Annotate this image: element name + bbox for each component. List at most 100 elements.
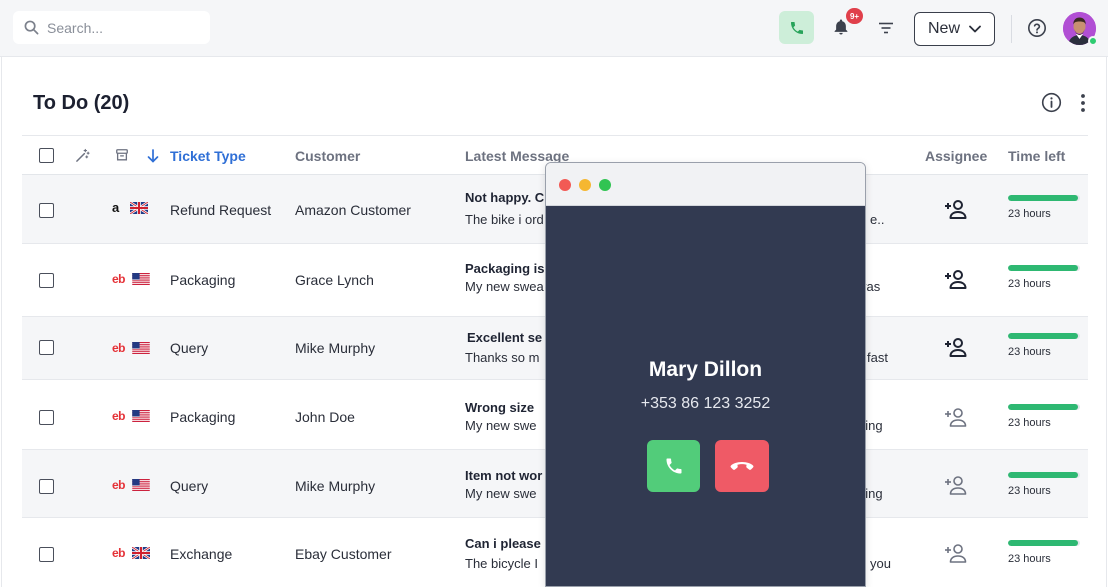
customer-name[interactable]: Mike Murphy <box>295 340 375 356</box>
row-checkbox[interactable] <box>39 547 54 562</box>
caller-name: Mary Dillon <box>648 358 763 381</box>
message-body-tail: you <box>870 556 891 571</box>
ticket-type: Refund Request <box>170 202 272 218</box>
more-options-button[interactable] <box>1078 93 1088 118</box>
accept-call-button[interactable] <box>647 440 700 492</box>
header-divider <box>1011 15 1012 43</box>
phone-button[interactable] <box>779 11 814 44</box>
time-left-text: 23 hours <box>1008 346 1051 358</box>
online-status-indicator <box>1088 36 1098 46</box>
ebay-logo: eb <box>112 409 126 423</box>
add-user-icon[interactable] <box>944 407 968 427</box>
us-flag-icon <box>132 273 150 285</box>
marketplace-marks: eb <box>112 341 150 355</box>
end-call-icon <box>730 462 754 470</box>
add-user-icon[interactable] <box>944 269 968 289</box>
select-all-checkbox[interactable] <box>39 148 54 163</box>
message-title: Excellent se <box>467 330 543 345</box>
customer-name[interactable]: Mike Murphy <box>295 478 375 494</box>
filter-button[interactable] <box>876 17 896 39</box>
ticket-type: Exchange <box>170 546 233 562</box>
info-button[interactable] <box>1041 92 1062 118</box>
row-checkbox[interactable] <box>39 479 54 494</box>
customer-name[interactable]: Ebay Customer <box>295 546 391 562</box>
top-bar: 9+ New <box>0 0 1108 57</box>
column-ticket-type[interactable]: Ticket Type <box>170 148 246 164</box>
column-assignee[interactable]: Assignee <box>925 148 987 164</box>
caller-number: +353 86 123 3252 <box>640 395 771 412</box>
marketplace-marks: eb <box>112 478 150 492</box>
message-body: Thanks so m <box>465 350 540 365</box>
row-checkbox[interactable] <box>39 273 54 288</box>
message-title: Not happy. C <box>465 190 545 205</box>
message-title: Wrong size <box>465 400 535 415</box>
customer-name[interactable]: Grace Lynch <box>295 272 374 288</box>
window-close-button[interactable] <box>559 179 571 191</box>
customer-name[interactable]: John Doe <box>295 409 355 425</box>
message-body: My new swe <box>465 486 537 501</box>
ebay-logo: eb <box>112 272 126 286</box>
archive-box-icon[interactable] <box>115 148 129 162</box>
us-flag-icon <box>132 410 150 422</box>
time-left-progress <box>1008 265 1080 271</box>
add-user-icon[interactable] <box>944 543 968 563</box>
message-body: My new swe <box>465 418 537 433</box>
add-user-icon[interactable] <box>944 199 968 219</box>
window-minimize-button[interactable] <box>579 179 591 191</box>
ebay-logo: eb <box>112 546 126 560</box>
message-body: The bicycle I <box>465 556 538 571</box>
decline-call-button[interactable] <box>715 440 769 492</box>
filter-icon <box>879 22 893 34</box>
time-left-text: 23 hours <box>1008 485 1051 497</box>
ebay-logo: eb <box>112 341 126 355</box>
message-title: Packaging is <box>465 261 545 276</box>
marketplace-marks: eb <box>112 272 150 286</box>
row-checkbox[interactable] <box>39 203 54 218</box>
add-user-icon[interactable] <box>944 475 968 495</box>
message-body-tail: fast <box>867 350 888 365</box>
incoming-call-window: Mary Dillon +353 86 123 3252 <box>545 162 866 587</box>
time-left-text: 23 hours <box>1008 417 1051 429</box>
notification-badge: 9+ <box>845 7 864 25</box>
time-left-text: 23 hours <box>1008 553 1051 565</box>
call-window-titlebar[interactable] <box>546 163 865 206</box>
page-title: To Do (20) <box>33 92 130 114</box>
marketplace-marks: a <box>112 200 148 215</box>
search-icon <box>24 20 39 35</box>
window-maximize-button[interactable] <box>599 179 611 191</box>
customer-name[interactable]: Amazon Customer <box>295 202 411 218</box>
phone-icon <box>790 21 803 34</box>
message-body-tail: e.. <box>870 212 885 227</box>
ticket-type: Packaging <box>170 409 236 425</box>
phone-icon <box>666 458 681 474</box>
add-user-icon[interactable] <box>944 337 968 357</box>
help-icon <box>1028 19 1046 37</box>
message-title: Can i please <box>465 536 541 551</box>
time-left-progress <box>1008 195 1080 201</box>
time-left-progress <box>1008 540 1080 546</box>
call-panel: Mary Dillon +353 86 123 3252 <box>546 206 865 586</box>
help-button[interactable] <box>1026 17 1048 39</box>
message-body: My new swea <box>465 279 544 294</box>
ticket-type: Packaging <box>170 272 236 288</box>
message-title: Item not wor <box>465 468 543 483</box>
column-customer[interactable]: Customer <box>295 148 360 164</box>
amazon-logo: a <box>112 200 120 215</box>
marketplace-marks: eb <box>112 546 150 560</box>
time-left-text: 23 hours <box>1008 208 1051 220</box>
new-button[interactable]: New <box>914 12 995 46</box>
column-time-left[interactable]: Time left <box>1008 148 1065 164</box>
time-left-progress <box>1008 333 1080 339</box>
marketplace-marks: eb <box>112 409 150 423</box>
uk-flag-icon <box>130 201 148 214</box>
ticket-type: Query <box>170 340 209 356</box>
row-checkbox[interactable] <box>39 340 54 355</box>
search-box[interactable] <box>13 11 210 44</box>
magic-wand-icon[interactable] <box>75 148 90 163</box>
row-checkbox[interactable] <box>39 410 54 425</box>
time-left-progress <box>1008 472 1080 478</box>
new-button-label: New <box>927 20 960 37</box>
ebay-logo: eb <box>112 478 126 492</box>
arrow-down-icon[interactable] <box>147 149 159 163</box>
search-input[interactable] <box>47 19 197 36</box>
